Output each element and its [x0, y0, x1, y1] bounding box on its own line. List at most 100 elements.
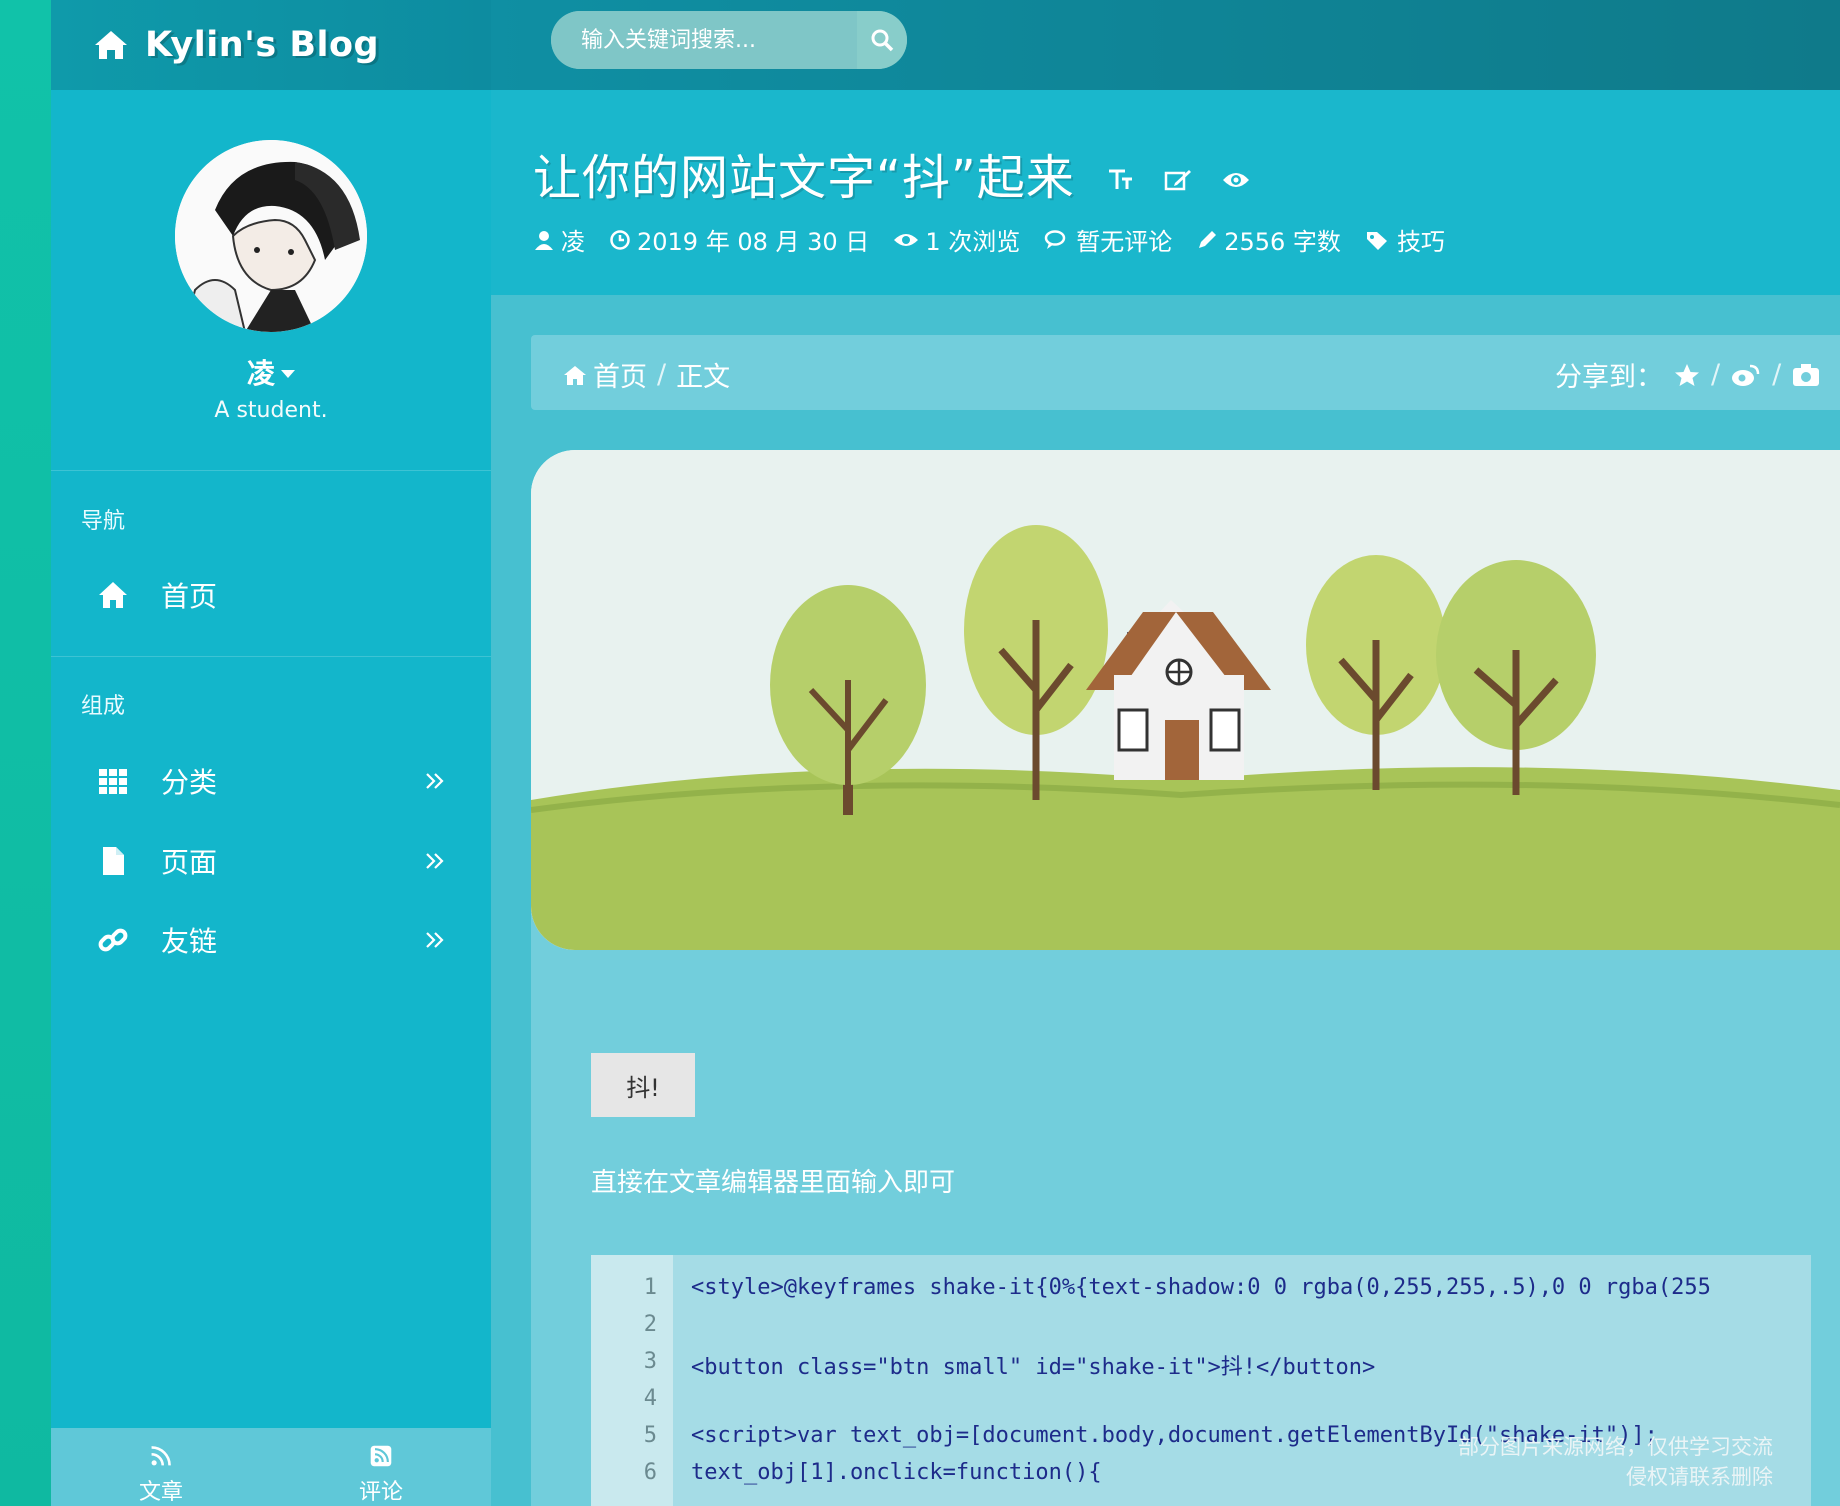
- copyright-notice: 部分图片来源网络，仅供学习交流 侵权请联系删除: [1458, 1432, 1773, 1492]
- breadcrumb: 首页 / 正文: [563, 355, 730, 394]
- chevron-right-double-icon: [426, 773, 444, 789]
- sidebar-item-home[interactable]: 首页: [51, 562, 491, 628]
- main-content: 首页 / 正文 分享到： / / 抖! 直接在文章编辑器里面输入即可 1 <st…: [491, 295, 1840, 1506]
- share-label: 分享到：: [1555, 362, 1663, 393]
- sidebar-item-links[interactable]: 友链: [51, 907, 491, 973]
- share-separator: /: [1711, 359, 1721, 390]
- post-header: 让你的网站文字“抖”起来 凌 2019 年 08 月 30 日 1 次浏览 暂无…: [491, 90, 1840, 295]
- meta-words: 2556 字数: [1196, 222, 1341, 257]
- line-number: 4: [643, 1386, 657, 1411]
- camera-icon[interactable]: [1791, 362, 1821, 388]
- search-input[interactable]: [551, 11, 857, 69]
- shake-button[interactable]: 抖!: [591, 1053, 695, 1117]
- code-line: 4: [591, 1386, 1811, 1423]
- sidebar-item-label: 页面: [161, 846, 218, 879]
- meta-author-text: 凌: [561, 228, 585, 256]
- caret-down-icon: [281, 370, 295, 378]
- home-icon: [99, 582, 127, 608]
- rss-icon: [151, 1446, 171, 1466]
- meta-author[interactable]: 凌: [533, 222, 585, 257]
- line-number: 2: [643, 1312, 657, 1337]
- post-title: 让你的网站文字“抖”起来: [533, 150, 1075, 206]
- tab-label: 评论: [358, 1480, 403, 1505]
- eye-icon[interactable]: [1221, 167, 1251, 193]
- sidebar-item-label: 首页: [161, 580, 218, 613]
- left-edge-strip: [0, 0, 51, 1506]
- meta-views: 1 次浏览: [893, 222, 1020, 257]
- grid-icon: [99, 769, 127, 794]
- meta-date-text: 2019 年 08 月 30 日: [637, 228, 870, 256]
- sidebar: Kylin's Blog 凌 A student. 导航 首页 组成 分类 页面…: [51, 0, 491, 1506]
- components-section-label: 组成: [81, 694, 126, 719]
- sidebar-item-categories[interactable]: 分类: [51, 748, 491, 814]
- profile: 凌 A student.: [51, 140, 491, 423]
- nav-section-label: 导航: [81, 509, 126, 534]
- qzone-star-icon[interactable]: [1673, 362, 1701, 388]
- breadcrumb-bar: 首页 / 正文 分享到： / /: [531, 335, 1840, 410]
- search-icon: [871, 29, 894, 52]
- font-size-icon[interactable]: [1105, 167, 1135, 193]
- home-icon: [95, 31, 127, 59]
- meta-views-text: 1 次浏览: [925, 228, 1021, 256]
- code-line: 3 <button class="btn small" id="shake-it…: [591, 1349, 1811, 1386]
- line-number: 1: [643, 1275, 657, 1300]
- breadcrumb-separator: /: [657, 359, 667, 390]
- home-icon: [564, 365, 586, 385]
- comments-icon: [1044, 229, 1066, 249]
- avatar[interactable]: [175, 140, 367, 332]
- line-number: 5: [643, 1423, 657, 1448]
- title-tools: [1105, 167, 1251, 193]
- sidebar-item-label: 分类: [161, 766, 218, 799]
- line-number: 3: [643, 1349, 657, 1374]
- meta-tag-text: 技巧: [1396, 228, 1445, 256]
- divider: [51, 656, 491, 657]
- search-button[interactable]: [857, 11, 907, 69]
- notice-line-2: 侵权请联系删除: [1626, 1465, 1773, 1489]
- code-line: 1 <style>@keyframes shake-it{0%{text-sha…: [591, 1275, 1811, 1312]
- meta-date: 2019 年 08 月 30 日: [609, 222, 869, 257]
- search-box: [551, 11, 907, 69]
- tab-label: 文章: [138, 1480, 183, 1505]
- chevron-right-double-icon: [426, 932, 444, 948]
- rss-square-icon: [370, 1445, 392, 1467]
- user-name-text: 凌: [246, 357, 275, 390]
- sidebar-item-pages[interactable]: 页面: [51, 828, 491, 894]
- meta-comments[interactable]: 暂无评论: [1044, 222, 1172, 257]
- sidebar-item-label: 友链: [161, 925, 218, 958]
- share-bar: 分享到： / /: [1555, 355, 1821, 394]
- house-illustration: [531, 450, 1840, 950]
- meta-tag[interactable]: 技巧: [1365, 222, 1445, 257]
- code-text: <style>@keyframes shake-it{0%{text-shado…: [691, 1275, 1711, 1300]
- eye-icon: [894, 233, 919, 246]
- code-text: text_obj[1].onclick=function(){: [691, 1460, 1102, 1485]
- breadcrumb-home[interactable]: 首页: [593, 355, 647, 394]
- user-role: A student.: [214, 398, 328, 423]
- sidebar-footer-tabs: 文章 评论: [51, 1428, 491, 1506]
- post-banner-image: [531, 450, 1840, 950]
- article-description: 直接在文章编辑器里面输入即可: [591, 1168, 956, 1198]
- brand-bar[interactable]: Kylin's Blog: [51, 0, 491, 90]
- notice-line-1: 部分图片来源网络，仅供学习交流: [1458, 1435, 1773, 1459]
- post-title-row: 让你的网站文字“抖”起来: [533, 138, 1251, 208]
- brand-title[interactable]: Kylin's Blog: [145, 25, 379, 65]
- breadcrumb-current: 正文: [676, 362, 731, 393]
- edit-icon[interactable]: [1163, 167, 1193, 193]
- link-icon: [98, 928, 128, 952]
- user-icon: [535, 230, 553, 250]
- meta-words-text: 2556 字数: [1224, 228, 1341, 256]
- pencil-icon: [1199, 230, 1217, 248]
- article-card: 抖! 直接在文章编辑器里面输入即可 1 <style>@keyframes sh…: [531, 450, 1840, 1506]
- divider: [51, 470, 491, 471]
- meta-comments-text: 暂无评论: [1076, 228, 1173, 256]
- tags-icon: [1366, 231, 1387, 250]
- tab-articles[interactable]: 文章: [51, 1428, 271, 1506]
- code-line: 2: [591, 1312, 1811, 1349]
- weibo-icon[interactable]: [1730, 362, 1762, 388]
- chevron-right-double-icon: [426, 853, 444, 869]
- tab-comments[interactable]: 评论: [271, 1428, 491, 1506]
- user-name[interactable]: 凌: [51, 352, 491, 392]
- post-meta: 凌 2019 年 08 月 30 日 1 次浏览 暂无评论 2556 字数 技巧: [533, 222, 1445, 257]
- file-icon: [103, 847, 124, 875]
- clock-icon: [610, 229, 630, 250]
- code-text: <button class="btn small" id="shake-it">…: [691, 1355, 1376, 1380]
